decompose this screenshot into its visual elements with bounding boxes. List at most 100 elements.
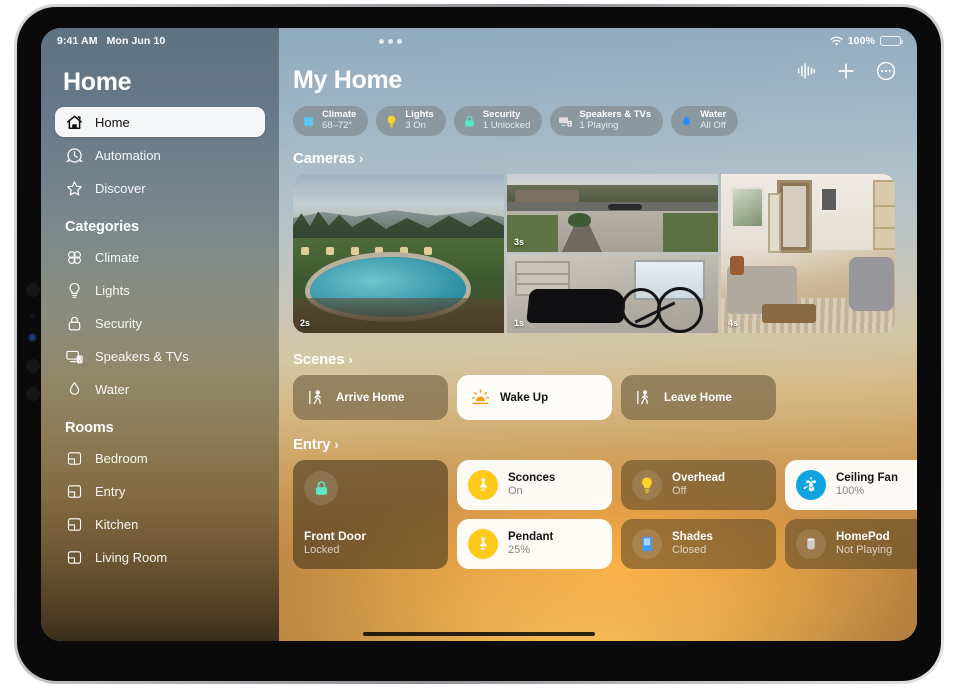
scenes-heading: Scenes	[293, 351, 345, 368]
water-drop-icon	[65, 380, 84, 399]
accessory-state: 25%	[508, 544, 531, 557]
sidebar-item-lights[interactable]: Lights	[55, 275, 265, 305]
home-indicator[interactable]	[363, 632, 595, 636]
accessory-pendant[interactable]: Pendant 25%	[457, 519, 612, 569]
status-pill-lights[interactable]: Lights 3 On	[376, 106, 446, 136]
sidebar-item-living-room[interactable]: Living Room	[55, 542, 265, 572]
ipad-device-frame: 9:41 AM Mon Jun 10 100% Home Home Automa…	[14, 4, 944, 684]
sidebar-item-automation[interactable]: Automation	[55, 140, 265, 170]
fan-icon	[65, 248, 84, 267]
camera-timestamp: 2s	[300, 318, 311, 328]
scene-wake-up[interactable]: Wake Up	[457, 375, 612, 420]
clock-arrow-icon	[65, 146, 84, 165]
sensor-dot-2	[26, 359, 40, 373]
device-body: 9:41 AM Mon Jun 10 100% Home Home Automa…	[17, 7, 941, 681]
accessory-ceiling-fan[interactable]: Ceiling Fan 100%	[785, 460, 917, 510]
lock-icon	[462, 114, 477, 129]
scene-arrive-home[interactable]: Arrive Home	[293, 375, 448, 420]
speaker-tv-icon	[65, 347, 84, 366]
sidebar-item-home[interactable]: Home	[55, 107, 265, 137]
cameras-section-header[interactable]: Cameras ›	[293, 150, 895, 167]
ellipsis-circle-icon[interactable]	[875, 60, 897, 82]
water-drop-icon	[679, 114, 694, 129]
pill-subtitle: 68–72°	[322, 120, 353, 131]
scenes-row: Arrive Home Wake Up Leave Home	[293, 375, 895, 420]
house-icon	[65, 113, 84, 132]
sidebar-item-bedroom[interactable]: Bedroom	[55, 443, 265, 473]
sidebar-item-label: Bedroom	[95, 450, 148, 466]
accessory-homepod[interactable]: HomePod Not Playing	[785, 519, 917, 569]
sidebar-title: Home	[63, 68, 132, 96]
camera-thumbnail-living-room	[721, 174, 895, 333]
camera-thumbnail-driveway	[507, 174, 718, 252]
entry-section-header[interactable]: Entry ›	[293, 436, 895, 453]
status-bar-right: 100%	[830, 35, 903, 47]
status-pill-speakers-tvs[interactable]: Speakers & TVs 1 Playing	[550, 106, 664, 136]
accessory-name: Pendant	[508, 530, 554, 543]
camera-timestamp: 3s	[514, 237, 525, 247]
accessory-state: On	[508, 485, 523, 498]
sunrise-icon	[471, 388, 490, 407]
sidebar-item-label: Water	[95, 381, 130, 397]
sidebar-item-label: Living Room	[95, 549, 168, 565]
sidebar-item-label: Entry	[95, 483, 126, 499]
accessory-front-door[interactable]: Front Door Locked	[293, 460, 448, 569]
sidebar-item-label: Security	[95, 315, 142, 331]
sidebar-item-discover[interactable]: Discover	[55, 173, 265, 203]
main-content: My Home Climate 68–72° Lights 3 On Secur…	[279, 28, 917, 641]
scenes-section-header[interactable]: Scenes ›	[293, 351, 895, 368]
sidebar-heading-categories: Categories	[65, 219, 139, 235]
accessory-state: 100%	[836, 485, 865, 498]
status-pill-water[interactable]: Water All Off	[671, 106, 739, 136]
cameras-grid: 2s 3s 1s 4s	[293, 174, 895, 333]
accessory-overhead[interactable]: Overhead Off	[621, 460, 776, 510]
scene-leave-home[interactable]: Leave Home	[621, 375, 776, 420]
accessory-name: Shades	[672, 530, 713, 543]
sidebar-item-water[interactable]: Water	[55, 374, 265, 404]
person-leave-icon	[635, 388, 654, 407]
pill-subtitle: All Off	[700, 120, 726, 131]
sidebar-item-label: Speakers & TVs	[95, 348, 189, 364]
pill-subtitle: 1 Playing	[579, 120, 619, 131]
speaker-tv-icon	[558, 114, 573, 129]
sidebar-item-security[interactable]: Security	[55, 308, 265, 338]
camera-timestamp: 1s	[514, 318, 525, 328]
sidebar-heading-rooms: Rooms	[65, 420, 114, 436]
sidebar: Home Home Automation Discover Categories…	[41, 28, 279, 641]
sidebar-item-label: Lights	[95, 282, 130, 298]
room-icon	[65, 548, 84, 567]
ipad-screen: 9:41 AM Mon Jun 10 100% Home Home Automa…	[41, 28, 917, 641]
camera-tile-driveway[interactable]: 3s	[507, 174, 718, 252]
lock-icon	[304, 471, 338, 505]
sidebar-item-climate[interactable]: Climate	[55, 242, 265, 272]
accessory-sconces[interactable]: Sconces On	[457, 460, 612, 510]
wifi-icon	[830, 36, 843, 46]
camera-tile-living-room[interactable]: 4s	[721, 174, 895, 333]
status-bar: 9:41 AM Mon Jun 10 100%	[41, 28, 917, 54]
sidebar-item-kitchen[interactable]: Kitchen	[55, 509, 265, 539]
person-arrive-icon	[307, 388, 326, 407]
battery-percent-label: 100%	[847, 35, 875, 47]
scene-label: Arrive Home	[336, 391, 405, 404]
main-toolbar	[795, 60, 897, 82]
waveform-icon[interactable]	[795, 60, 817, 82]
plus-icon[interactable]	[835, 60, 857, 82]
status-pill-security[interactable]: Security 1 Unlocked	[453, 106, 543, 136]
lock-icon	[65, 314, 84, 333]
pendant-lamp-icon	[468, 529, 498, 559]
accessory-name: HomePod	[836, 530, 890, 543]
camera-tile-garage[interactable]: 1s	[507, 255, 718, 333]
sidebar-item-entry[interactable]: Entry	[55, 476, 265, 506]
sidebar-item-speakers-tvs[interactable]: Speakers & TVs	[55, 341, 265, 371]
accessory-name: Sconces	[508, 471, 556, 484]
lightbulb-icon	[384, 114, 399, 129]
fan-icon	[301, 114, 316, 129]
lightbulb-icon	[65, 281, 84, 300]
camera-tile-pool[interactable]: 2s	[293, 174, 504, 333]
status-pills-row: Climate 68–72° Lights 3 On Security 1 Un…	[293, 106, 895, 136]
accessory-shades[interactable]: Shades Closed	[621, 519, 776, 569]
multitasking-dots-icon[interactable]	[379, 38, 403, 44]
sconce-lamp-icon	[468, 470, 498, 500]
status-pill-climate[interactable]: Climate 68–72°	[293, 106, 369, 136]
lightbulb-icon	[632, 470, 662, 500]
